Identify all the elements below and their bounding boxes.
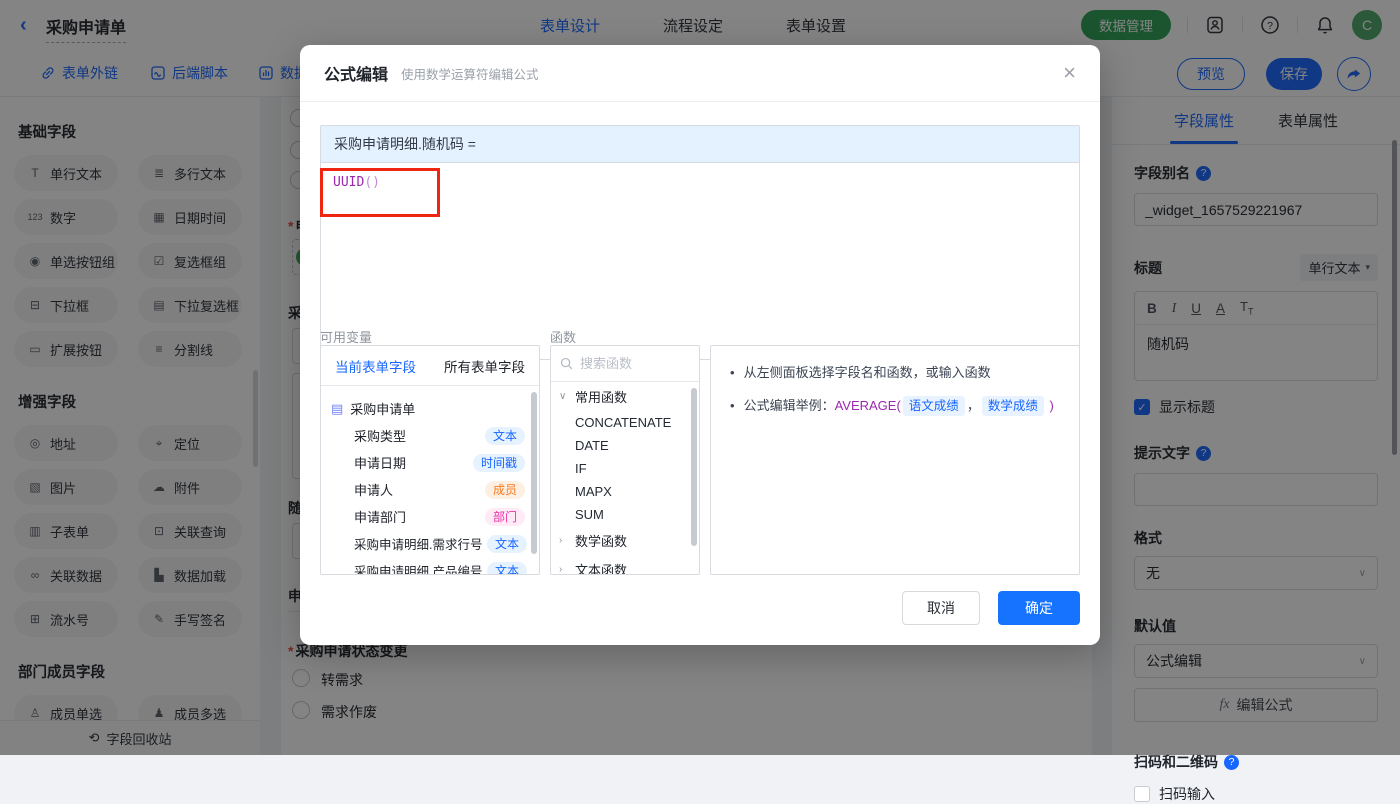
functions-label: 函数 bbox=[550, 330, 577, 345]
chevron-expanded-icon: ∨ bbox=[559, 391, 567, 402]
function-item[interactable]: DATE bbox=[551, 434, 699, 457]
type-badge: 部门 bbox=[484, 507, 525, 526]
type-badge: 文本 bbox=[486, 561, 527, 574]
tab-all-form-fields[interactable]: 所有表单字段 bbox=[444, 356, 525, 376]
hint-line-2: • 公式编辑举例：AVERAGE(语文成绩，数学成绩 ) bbox=[730, 396, 1060, 417]
help-icon[interactable]: ? bbox=[1224, 754, 1239, 770]
hint-line-1: • 从左侧面板选择字段名和函数，或输入函数 bbox=[730, 365, 991, 380]
dialog-footer: 取消 确定 bbox=[902, 591, 1080, 625]
form-doc-icon: ▤ bbox=[331, 400, 344, 416]
variables-box: 当前表单字段 所有表单字段 ▤ 采购申请单 采购类型 文本 申请日期 时间戳 申请人… bbox=[320, 345, 540, 575]
functions-scrollbar[interactable] bbox=[691, 388, 697, 546]
variable-item[interactable]: 申请人 成员 bbox=[321, 476, 539, 503]
qr-section-label: 扫码和二维码? bbox=[1134, 752, 1378, 772]
group-math-functions[interactable]: › 数学函数 bbox=[551, 526, 699, 555]
group-text-functions[interactable]: › 文本函数 bbox=[551, 555, 699, 575]
variable-item[interactable]: 申请部门 部门 bbox=[321, 503, 539, 530]
cancel-button[interactable]: 取消 bbox=[902, 591, 980, 625]
variables-label: 可用变量 bbox=[320, 330, 373, 345]
formula-target: 采购申请明细.随机码 = bbox=[321, 126, 1079, 163]
type-badge: 成员 bbox=[484, 480, 525, 499]
example-field-chip: 语文成绩 bbox=[902, 396, 965, 417]
formula-edit-dialog: 公式编辑 使用数学运算符编辑公式 × 采购申请明细.随机码 = UUID() 可… bbox=[300, 45, 1100, 645]
variable-item[interactable]: 申请日期 时间戳 bbox=[321, 449, 539, 476]
variable-item[interactable]: 采购类型 文本 bbox=[321, 422, 539, 449]
function-item[interactable]: CONCATENATE bbox=[551, 411, 699, 434]
functions-box: ∨ 常用函数 CONCATENATE DATE IF MAPX SUM › 数学… bbox=[550, 345, 700, 575]
variable-item[interactable]: 采购申请明细.需求行号 文本 bbox=[321, 530, 539, 557]
function-item[interactable]: MAPX bbox=[551, 480, 699, 503]
type-badge: 文本 bbox=[484, 426, 525, 445]
function-search bbox=[551, 346, 699, 382]
formula-code-area[interactable]: UUID() bbox=[320, 163, 1079, 359]
example-field-chip: 数学成绩 bbox=[981, 396, 1044, 417]
group-common-functions[interactable]: ∨ 常用函数 bbox=[551, 382, 699, 411]
formula-editor: 采购申请明细.随机码 = UUID() bbox=[320, 125, 1080, 360]
variables-tabs: 当前表单字段 所有表单字段 bbox=[321, 346, 539, 386]
variables-scrollbar[interactable] bbox=[531, 392, 537, 554]
type-badge: 时间戳 bbox=[472, 453, 525, 472]
variable-item[interactable]: 采购申请明细.产品编号 文本 bbox=[321, 557, 539, 574]
tree-node-form[interactable]: ▤ 采购申请单 bbox=[321, 395, 539, 422]
search-function-input[interactable] bbox=[580, 356, 680, 371]
variables-tree: ▤ 采购申请单 采购类型 文本 申请日期 时间戳 申请人 成员 申请部门 部门 采购申请… bbox=[321, 386, 539, 574]
function-item[interactable]: IF bbox=[551, 457, 699, 480]
tab-current-form-fields[interactable]: 当前表单字段 bbox=[335, 356, 416, 376]
search-icon bbox=[560, 357, 573, 370]
type-badge: 文本 bbox=[486, 534, 527, 553]
close-icon[interactable]: × bbox=[1063, 62, 1076, 84]
scan-input-checkbox[interactable]: 扫码输入 bbox=[1134, 784, 1378, 804]
example-function: AVERAGE( bbox=[834, 398, 901, 414]
confirm-button[interactable]: 确定 bbox=[998, 591, 1080, 625]
checkbox-unchecked-icon bbox=[1134, 786, 1150, 802]
dialog-subtitle: 使用数学运算符编辑公式 bbox=[401, 67, 539, 82]
dialog-header: 公式编辑 使用数学运算符编辑公式 × bbox=[300, 45, 1100, 102]
annotation-highlight-rect bbox=[320, 168, 440, 217]
function-item[interactable]: SUM bbox=[551, 503, 699, 526]
chevron-collapsed-icon: › bbox=[559, 564, 563, 575]
hints-box: • 从左侧面板选择字段名和函数，或输入函数 • 公式编辑举例：AVERAGE(语… bbox=[710, 345, 1080, 575]
chevron-collapsed-icon: › bbox=[559, 535, 563, 546]
dialog-title: 公式编辑 bbox=[324, 67, 389, 84]
